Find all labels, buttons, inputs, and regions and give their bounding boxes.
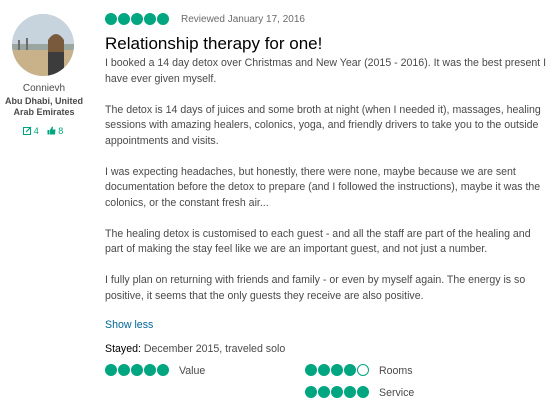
review-paragraph: The healing detox is customised to each … — [105, 227, 531, 256]
rating-bubble-filled — [144, 364, 156, 376]
service-rating — [305, 386, 369, 399]
review-count-badge[interactable]: 4 — [22, 126, 41, 136]
sub-rating-label: Rooms — [379, 364, 413, 377]
sub-rating-service: Service — [305, 386, 414, 399]
rating-bubble-filled — [305, 386, 317, 398]
sub-rating-label: Service — [379, 386, 415, 399]
rating-bubble-filled — [344, 386, 356, 398]
review-title[interactable]: Relationship therapy for one! — [105, 34, 322, 54]
rating-bubble-filled — [144, 13, 156, 25]
reviewer-stats: 4 8 — [0, 126, 88, 136]
stayed-info: Stayed: December 2015, traveled solo — [105, 343, 285, 355]
thumbs-up-icon — [47, 126, 56, 135]
rating-bubble-filled — [331, 364, 343, 376]
rating-bubble-filled — [344, 364, 356, 376]
avatar[interactable] — [12, 14, 74, 76]
rating-bubble-filled — [157, 13, 169, 25]
rating-bubble-filled — [131, 364, 143, 376]
review-paragraph: I fully plan on returning with friends a… — [105, 274, 526, 302]
stayed-value: December 2015, traveled solo — [143, 343, 286, 355]
show-less-link[interactable]: Show less — [105, 319, 153, 331]
sub-rating-label: Value — [179, 364, 206, 377]
rating-bubble-filled — [105, 364, 117, 376]
rooms-rating — [305, 364, 369, 377]
review-date: Reviewed January 17, 2016 — [181, 14, 305, 25]
rating-bubble-filled — [118, 364, 130, 376]
sub-rating-value: Value — [105, 364, 205, 377]
review-paragraph: I booked a 14 day detox over Christmas a… — [105, 57, 547, 85]
rating-bubble-filled — [118, 13, 130, 25]
reviewer-username[interactable]: Connievh — [0, 83, 88, 94]
review-paragraph: The detox is 14 days of juices and some … — [105, 103, 541, 147]
review-rating — [105, 13, 169, 26]
review-count: 4 — [33, 126, 39, 136]
review-body: I booked a 14 day detox over Christmas a… — [105, 56, 550, 320]
helpful-votes: 8 — [58, 126, 64, 136]
rating-bubble-filled — [318, 364, 330, 376]
rating-bubble-filled — [105, 13, 117, 25]
rating-bubble-empty — [357, 364, 369, 376]
rating-bubble-filled — [331, 386, 343, 398]
rating-bubble-filled — [357, 386, 369, 398]
rating-bubble-filled — [305, 364, 317, 376]
rating-bubble-filled — [131, 13, 143, 25]
value-rating — [105, 364, 169, 377]
reviewer-location: Abu Dhabi, United Arab Emirates — [5, 96, 83, 117]
helpful-votes-badge[interactable]: 8 — [47, 126, 65, 136]
rating-bubble-filled — [318, 386, 330, 398]
stayed-label: Stayed: — [105, 343, 141, 355]
rating-bubble-filled — [157, 364, 169, 376]
pencil-icon — [22, 126, 32, 135]
review-paragraph: I was expecting headaches, but honestly,… — [105, 165, 541, 209]
sub-rating-rooms: Rooms — [305, 364, 413, 377]
